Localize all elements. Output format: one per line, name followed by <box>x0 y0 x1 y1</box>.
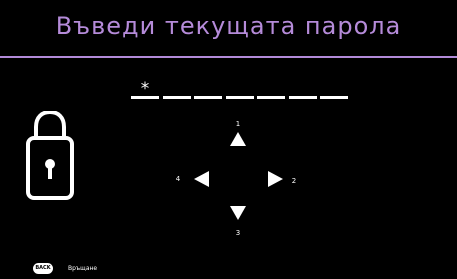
left-number: 4 <box>175 175 181 183</box>
slot-underline <box>194 96 222 99</box>
slot-underline <box>257 96 285 99</box>
title-divider <box>0 56 457 58</box>
page-title: Въведи текущата парола <box>55 12 402 40</box>
password-slot-4 <box>226 80 254 106</box>
slot-underline <box>289 96 317 99</box>
arrow-left-icon[interactable] <box>194 171 209 187</box>
back-button[interactable]: BACK <box>33 263 53 274</box>
password-slot-3 <box>194 80 222 106</box>
password-input[interactable]: * <box>131 80 349 106</box>
password-slot-6 <box>289 80 317 106</box>
arrow-down-icon[interactable] <box>230 206 246 220</box>
up-number: 1 <box>235 120 241 128</box>
back-label: Връщане <box>68 265 98 272</box>
arrow-right-icon[interactable] <box>268 171 283 187</box>
direction-pad: 1 4 2 3 <box>164 110 314 250</box>
down-number: 3 <box>235 229 241 237</box>
password-slot-5 <box>257 80 285 106</box>
password-screen: Въведи текущата парола * 1 4 2 3 BACK Вр… <box>0 0 457 279</box>
password-slot-2 <box>163 80 191 106</box>
slot-underline <box>226 96 254 99</box>
slot-underline <box>163 96 191 99</box>
right-number: 2 <box>291 177 297 185</box>
arrow-up-icon[interactable] <box>230 132 246 146</box>
password-slot-7 <box>320 80 348 106</box>
password-slot-1: * <box>131 80 159 106</box>
lock-icon <box>24 109 76 201</box>
slot-underline <box>320 96 348 99</box>
slot-underline <box>131 96 159 99</box>
